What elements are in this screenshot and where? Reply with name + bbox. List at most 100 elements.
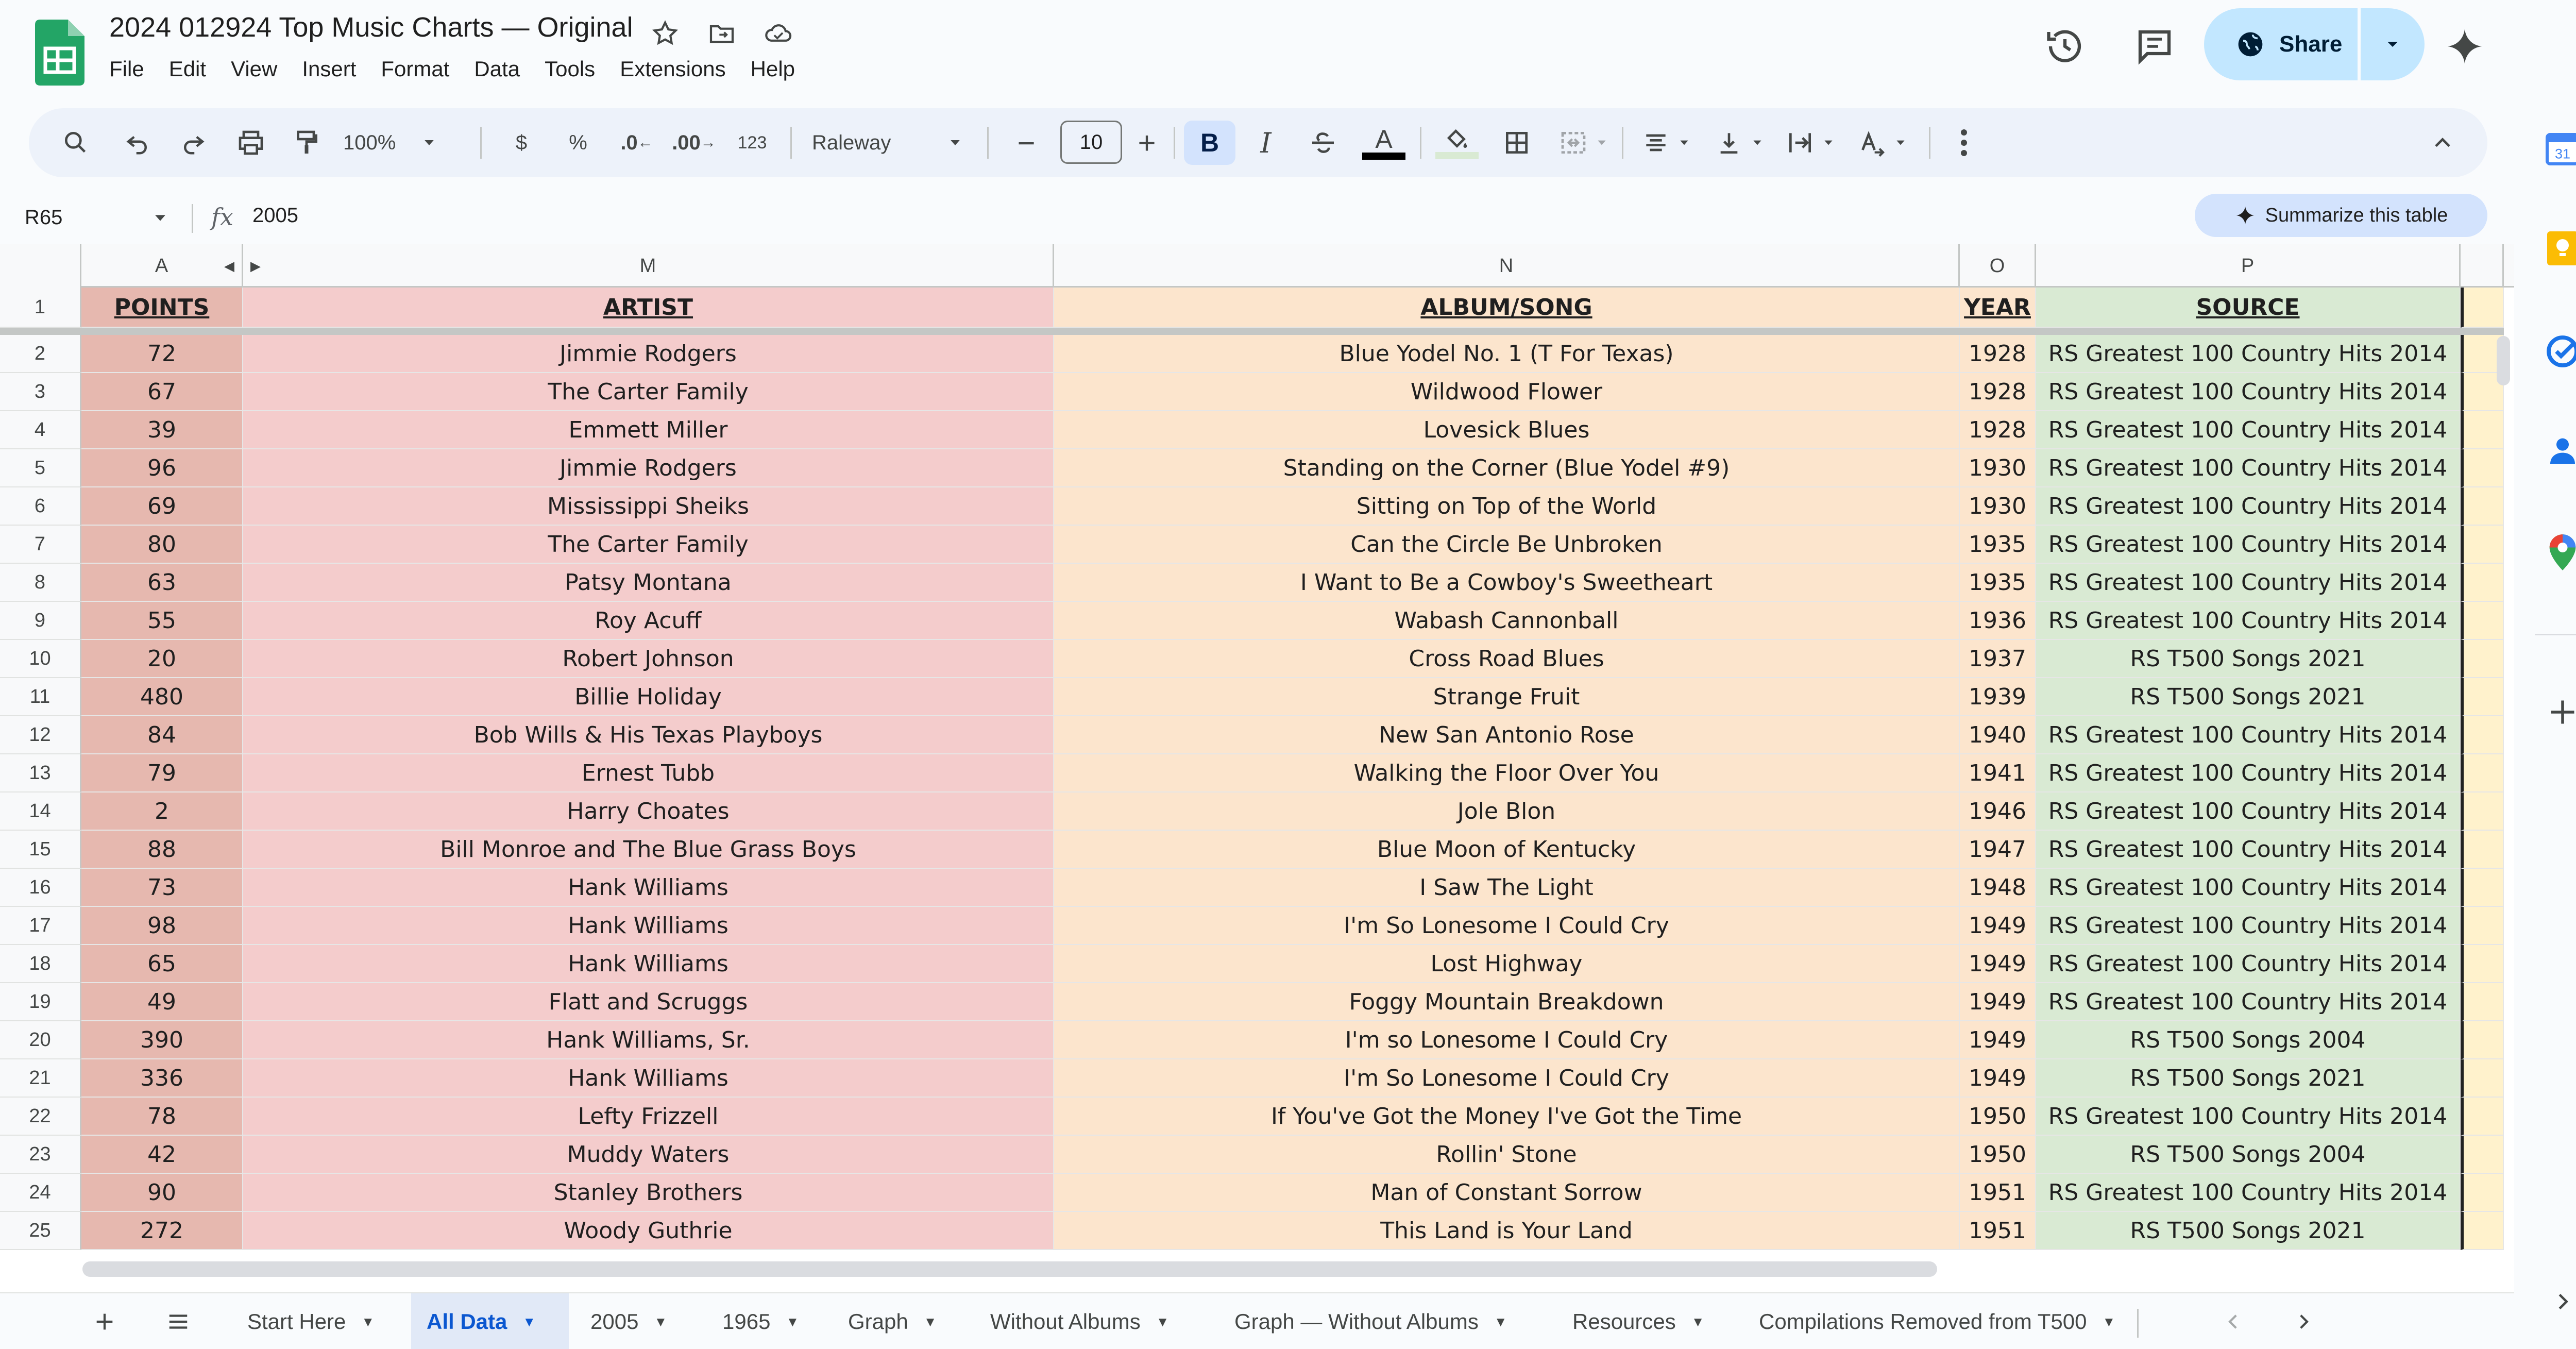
artist-cell[interactable]: Robert Johnson — [243, 640, 1054, 678]
print-icon[interactable] — [228, 108, 274, 177]
empty-cell[interactable] — [2461, 1212, 2504, 1250]
source-cell[interactable]: RS T500 Songs 2021 — [2036, 640, 2461, 678]
chevron-down-icon[interactable] — [151, 209, 169, 227]
album-cell[interactable]: I'm So Lonesome I Could Cry — [1054, 907, 1960, 945]
points-cell[interactable]: 272 — [81, 1212, 243, 1250]
row-header[interactable]: 16 — [0, 869, 81, 907]
row-header[interactable]: 12 — [0, 716, 81, 754]
tasks-icon[interactable] — [2541, 330, 2576, 373]
empty-cell[interactable] — [2461, 792, 2504, 831]
empty-cell[interactable] — [2461, 411, 2504, 449]
row-header[interactable]: 11 — [0, 678, 81, 716]
points-cell[interactable]: 39 — [81, 411, 243, 449]
album-cell[interactable]: Walking the Floor Over You — [1054, 754, 1960, 792]
source-cell[interactable]: RS Greatest 100 Country Hits 2014 — [2036, 1098, 2461, 1136]
column-header-n[interactable]: N — [1054, 244, 1960, 288]
year-cell[interactable]: 1935 — [1960, 526, 2036, 564]
row-header[interactable]: 1 — [0, 288, 81, 328]
italic-button[interactable]: I — [1243, 108, 1289, 177]
album-cell[interactable]: Wildwood Flower — [1054, 373, 1960, 411]
source-cell[interactable]: RS Greatest 100 Country Hits 2014 — [2036, 716, 2461, 754]
empty-cell[interactable] — [2461, 1136, 2504, 1174]
artist-cell[interactable]: Billie Holiday — [243, 678, 1054, 716]
vertical-scrollbar[interactable] — [2497, 336, 2510, 385]
row-header[interactable]: 10 — [0, 640, 81, 678]
share-dropdown-button[interactable] — [2361, 8, 2425, 80]
summarize-table-button[interactable]: Summarize this table — [2195, 194, 2487, 237]
menu-format[interactable]: Format — [381, 57, 463, 81]
sheets-logo-icon[interactable] — [35, 20, 84, 86]
hidden-columns-right-arrow-icon[interactable]: ▶ — [250, 258, 261, 274]
move-folder-icon[interactable] — [704, 15, 740, 52]
points-cell[interactable]: 65 — [81, 945, 243, 983]
album-cell[interactable]: This Land is Your Land — [1054, 1212, 1960, 1250]
points-cell[interactable]: 79 — [81, 754, 243, 792]
album-cell[interactable]: Blue Moon of Kentucky — [1054, 831, 1960, 869]
bold-button[interactable]: B — [1184, 121, 1235, 165]
currency-format-button[interactable]: $ — [501, 108, 542, 177]
points-cell[interactable]: 42 — [81, 1136, 243, 1174]
number-format-button[interactable]: 123 — [726, 108, 778, 177]
source-cell[interactable]: RS T500 Songs 2021 — [2036, 678, 2461, 716]
empty-cell[interactable] — [2461, 1098, 2504, 1136]
empty-cell[interactable] — [2461, 678, 2504, 716]
menu-help[interactable]: Help — [751, 57, 808, 81]
caret-down-icon[interactable]: ▼ — [2103, 1314, 2116, 1330]
year-cell[interactable]: 1949 — [1960, 1059, 2036, 1098]
artist-cell[interactable]: The Carter Family — [243, 373, 1054, 411]
source-cell[interactable]: RS Greatest 100 Country Hits 2014 — [2036, 945, 2461, 983]
paint-format-icon[interactable] — [283, 108, 330, 177]
artist-cell[interactable]: Stanley Brothers — [243, 1174, 1054, 1212]
year-cell[interactable]: 1936 — [1960, 602, 2036, 640]
album-cell[interactable]: Strange Fruit — [1054, 678, 1960, 716]
empty-cell[interactable] — [2461, 449, 2504, 487]
caret-down-icon[interactable]: ▼ — [786, 1314, 799, 1330]
album-cell[interactable]: Rollin' Stone — [1054, 1136, 1960, 1174]
hidden-columns-left-arrow-icon[interactable]: ◀ — [224, 258, 234, 274]
horizontal-scrollbar[interactable] — [82, 1261, 1937, 1277]
sheet-tab-resources[interactable]: Resources ▼ — [1557, 1293, 1720, 1349]
row-header[interactable]: 6 — [0, 487, 81, 526]
source-cell[interactable]: RS T500 Songs 2004 — [2036, 1021, 2461, 1059]
caret-down-icon[interactable]: ▼ — [361, 1314, 375, 1330]
redo-icon[interactable] — [170, 108, 216, 177]
artist-cell[interactable]: Mississippi Sheiks — [243, 487, 1054, 526]
scroll-tabs-left-icon[interactable] — [2207, 1293, 2260, 1349]
empty-cell[interactable] — [2461, 831, 2504, 869]
points-cell[interactable]: 480 — [81, 678, 243, 716]
fill-color-icon[interactable] — [1431, 108, 1483, 177]
text-color-button[interactable]: A — [1358, 108, 1410, 177]
select-all-corner[interactable] — [0, 244, 81, 288]
menu-view[interactable]: View — [231, 57, 291, 81]
menu-edit[interactable]: Edit — [169, 57, 219, 81]
source-cell[interactable]: RS Greatest 100 Country Hits 2014 — [2036, 907, 2461, 945]
empty-cell[interactable] — [2461, 945, 2504, 983]
row-header[interactable]: 3 — [0, 373, 81, 411]
album-cell[interactable]: New San Antonio Rose — [1054, 716, 1960, 754]
year-cell[interactable]: 1930 — [1960, 487, 2036, 526]
year-cell[interactable]: 1947 — [1960, 831, 2036, 869]
empty-cell[interactable] — [2461, 983, 2504, 1021]
column-header-p[interactable]: P — [2036, 244, 2461, 288]
year-cell[interactable]: 1939 — [1960, 678, 2036, 716]
album-cell[interactable]: I'm So Lonesome I Could Cry — [1054, 1059, 1960, 1098]
year-cell[interactable]: 1928 — [1960, 411, 2036, 449]
row-header[interactable]: 22 — [0, 1098, 81, 1136]
empty-cell[interactable] — [2461, 754, 2504, 792]
year-cell[interactable]: 1951 — [1960, 1212, 2036, 1250]
points-cell[interactable]: 72 — [81, 335, 243, 373]
text-rotation-icon[interactable] — [1846, 108, 1919, 177]
source-cell[interactable]: RS Greatest 100 Country Hits 2014 — [2036, 487, 2461, 526]
source-cell[interactable]: RS T500 Songs 2021 — [2036, 1212, 2461, 1250]
year-cell[interactable]: 1946 — [1960, 792, 2036, 831]
artist-cell[interactable]: Patsy Montana — [243, 564, 1054, 602]
sheet-tab-without-albums[interactable]: Without Albums ▼ — [975, 1293, 1185, 1349]
cell-q1[interactable] — [2461, 288, 2504, 328]
decrease-font-size-button[interactable]: − — [1006, 108, 1047, 177]
text-wrapping-icon[interactable] — [1774, 108, 1846, 177]
source-cell[interactable]: RS Greatest 100 Country Hits 2014 — [2036, 792, 2461, 831]
artist-cell[interactable]: Hank Williams — [243, 869, 1054, 907]
row-header[interactable]: 7 — [0, 526, 81, 564]
row-header[interactable]: 8 — [0, 564, 81, 602]
artist-cell[interactable]: Hank Williams — [243, 945, 1054, 983]
